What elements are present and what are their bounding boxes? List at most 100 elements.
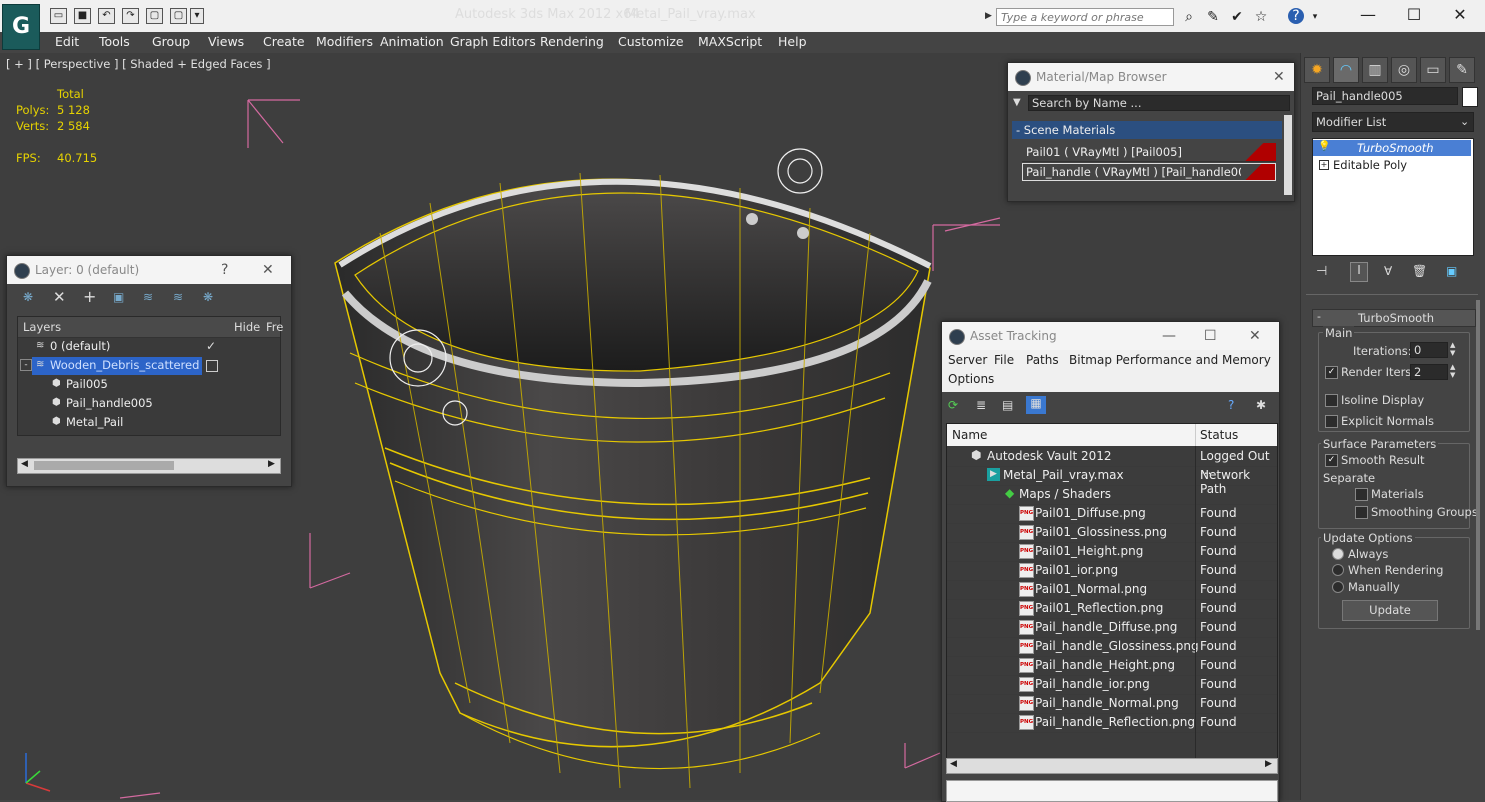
asset-maximize-icon[interactable]: ☐ — [1204, 322, 1217, 350]
asset-menu-options[interactable]: Options — [948, 372, 994, 386]
asset-row[interactable]: PNG Pail01_Reflection.png Found — [947, 599, 1277, 619]
menu-rendering[interactable]: Rendering — [540, 34, 604, 49]
remove-modifier-icon[interactable]: 🗑 — [1412, 264, 1427, 278]
material-scrollbar[interactable] — [1284, 115, 1292, 195]
collapse-icon[interactable]: - — [1317, 310, 1321, 323]
lightbulb-icon[interactable]: 💡 — [1318, 141, 1330, 152]
close-icon[interactable]: ✕ — [1440, 4, 1480, 26]
select-objects-icon[interactable]: ▣ — [113, 290, 124, 304]
always-radio[interactable] — [1332, 548, 1344, 560]
open-icon[interactable]: ▭ — [50, 8, 67, 24]
panel-scrollbar[interactable] — [1476, 300, 1480, 630]
layer-row[interactable]: ⬢ Metal_Pail — [18, 414, 280, 433]
asset-horizontal-scrollbar[interactable]: ◀ ▶ — [946, 758, 1278, 774]
save-icon[interactable]: ■ — [74, 8, 91, 24]
asset-menu-paths[interactable]: Paths — [1026, 353, 1059, 367]
grid-view-icon[interactable]: ▦ — [1026, 396, 1046, 414]
current-layer-icon[interactable] — [206, 360, 218, 372]
pin-stack-icon[interactable]: ⊣ — [1316, 264, 1327, 279]
project-icon[interactable]: ▢ — [146, 8, 163, 24]
iterations-input[interactable]: 0 — [1410, 342, 1448, 358]
asset-menu-bitmap[interactable]: Bitmap Performance and Memory — [1069, 353, 1271, 367]
stack-item-turbosmooth[interactable]: 💡 TurboSmooth — [1313, 140, 1471, 156]
layer-window-titlebar[interactable]: Layer: 0 (default) ? ✕ — [7, 256, 291, 284]
stack-item-editable-poly[interactable]: + Editable Poly — [1313, 157, 1471, 173]
asset-menu-file[interactable]: File — [994, 353, 1014, 367]
add-to-layer-icon[interactable]: + — [83, 287, 96, 306]
menu-modifiers[interactable]: Modifiers — [316, 34, 373, 49]
delete-layer-icon[interactable]: ✕ — [53, 288, 66, 306]
asset-row[interactable]: PNG Pail01_Diffuse.png Found — [947, 504, 1277, 524]
layer-row[interactable]: - ≋ Wooden_Debris_scattered — [18, 357, 280, 376]
menu-graph-editors[interactable]: Graph Editors — [450, 34, 536, 49]
make-unique-icon[interactable]: ∀ — [1384, 264, 1392, 278]
menu-views[interactable]: Views — [208, 34, 244, 49]
options-dropdown-icon[interactable]: ▼ — [1013, 97, 1021, 108]
app-logo-icon[interactable]: G — [2, 4, 40, 50]
highlight-layer-icon[interactable]: ≋ — [143, 290, 153, 304]
when-rendering-radio[interactable] — [1332, 564, 1344, 576]
menu-maxscript[interactable]: MAXScript — [698, 34, 762, 49]
modify-tab-icon[interactable]: ◠ — [1333, 57, 1359, 83]
asset-row[interactable]: PNG Pail01_Glossiness.png Found — [947, 523, 1277, 543]
viewport-label[interactable]: [ + ] [ Perspective ] [ Shaded + Edged F… — [6, 57, 271, 71]
binoculars-icon[interactable]: ⌕ — [1180, 8, 1198, 26]
modifier-list-dropdown[interactable]: Modifier List — [1312, 112, 1474, 132]
layer-row[interactable]: ≋ 0 (default) ✓ — [18, 338, 280, 357]
pin-icon[interactable]: ✱ — [1256, 398, 1266, 412]
material-search-input[interactable]: Search by Name ... — [1028, 95, 1290, 111]
help-icon[interactable]: ? — [1228, 398, 1234, 412]
favorites-icon[interactable]: ☆ — [1252, 8, 1270, 26]
materials-checkbox[interactable] — [1355, 488, 1368, 501]
turbosmooth-rollout-header[interactable]: - TurboSmooth — [1312, 309, 1476, 327]
asset-row-vault[interactable]: ⬢ Autodesk Vault 2012 Logged Out ... — [947, 447, 1277, 477]
menu-group[interactable]: Group — [152, 34, 190, 49]
scroll-thumb[interactable] — [34, 461, 174, 470]
smooth-result-checkbox[interactable]: ✓ — [1325, 454, 1338, 467]
menu-edit[interactable]: Edit — [55, 34, 79, 49]
material-browser-titlebar[interactable]: Material/Map Browser ✕ — [1008, 63, 1294, 91]
menu-customize[interactable]: Customize — [618, 34, 684, 49]
explicit-normals-checkbox[interactable] — [1325, 415, 1338, 428]
asset-row-file[interactable]: ▶ Metal_Pail_vray.max Network Path — [947, 466, 1277, 496]
create-tab-icon[interactable]: ✹ — [1304, 57, 1330, 83]
chevron-down-icon[interactable]: ⌄ — [1460, 115, 1469, 128]
manually-radio[interactable] — [1332, 581, 1344, 593]
tools-icon[interactable]: ✎ — [1204, 8, 1222, 26]
scroll-left-icon[interactable]: ◀ — [950, 759, 957, 769]
col-freeze[interactable]: Fre — [266, 320, 283, 334]
layer-close-icon[interactable]: ✕ — [262, 256, 274, 284]
help-dropdown-icon[interactable]: ▾ — [1306, 8, 1324, 26]
col-hide[interactable]: Hide — [234, 320, 260, 334]
dropdown-icon[interactable]: ▾ — [190, 8, 204, 24]
asset-minimize-icon[interactable]: — — [1162, 322, 1176, 350]
col-status[interactable]: Status — [1200, 428, 1238, 442]
material-browser-close-icon[interactable]: ✕ — [1273, 63, 1285, 91]
material-item[interactable]: Pail01 ( VRayMtl ) [Pail005] — [1022, 143, 1276, 162]
menu-tools[interactable]: Tools — [99, 34, 130, 49]
scroll-right-icon[interactable]: ▶ — [268, 459, 275, 469]
render-iters-input[interactable]: 2 — [1410, 364, 1448, 380]
asset-row[interactable]: PNG Pail_handle_Glossiness.png Found — [947, 637, 1277, 657]
show-end-result-icon[interactable]: I — [1350, 262, 1368, 282]
asset-row[interactable]: PNG Pail_handle_ior.png Found — [947, 675, 1277, 695]
workspace-icon[interactable]: ▢ — [170, 8, 187, 24]
layer-help-icon[interactable]: ? — [221, 256, 228, 284]
search-input[interactable]: Type a keyword or phrase — [996, 8, 1174, 26]
isoline-checkbox[interactable] — [1325, 394, 1338, 407]
redo-icon[interactable]: ↷ — [122, 8, 139, 24]
layer-row[interactable]: ⬢ Pail005 — [18, 376, 280, 395]
iterations-spinner-icon[interactable]: ▲ ▼ — [1450, 341, 1455, 357]
asset-tracking-titlebar[interactable]: Asset Tracking — ☐ ✕ — [942, 322, 1279, 350]
update-button[interactable]: Update — [1342, 600, 1438, 621]
layer-row[interactable]: ⬢ Pail_handle005 — [18, 395, 280, 414]
asset-menu-server[interactable]: Server — [948, 353, 987, 367]
asset-row-maps[interactable]: ◆ Maps / Shaders — [947, 485, 1277, 505]
col-layers[interactable]: Layers — [23, 320, 61, 334]
asset-path-field[interactable] — [946, 780, 1278, 802]
expand-icon[interactable]: - — [20, 359, 32, 371]
asset-row[interactable]: PNG Pail01_Normal.png Found — [947, 580, 1277, 600]
menu-help[interactable]: Help — [778, 34, 807, 49]
hierarchy-tab-icon[interactable]: ▥ — [1362, 57, 1388, 83]
list-view-icon[interactable]: ≣ — [976, 398, 986, 412]
